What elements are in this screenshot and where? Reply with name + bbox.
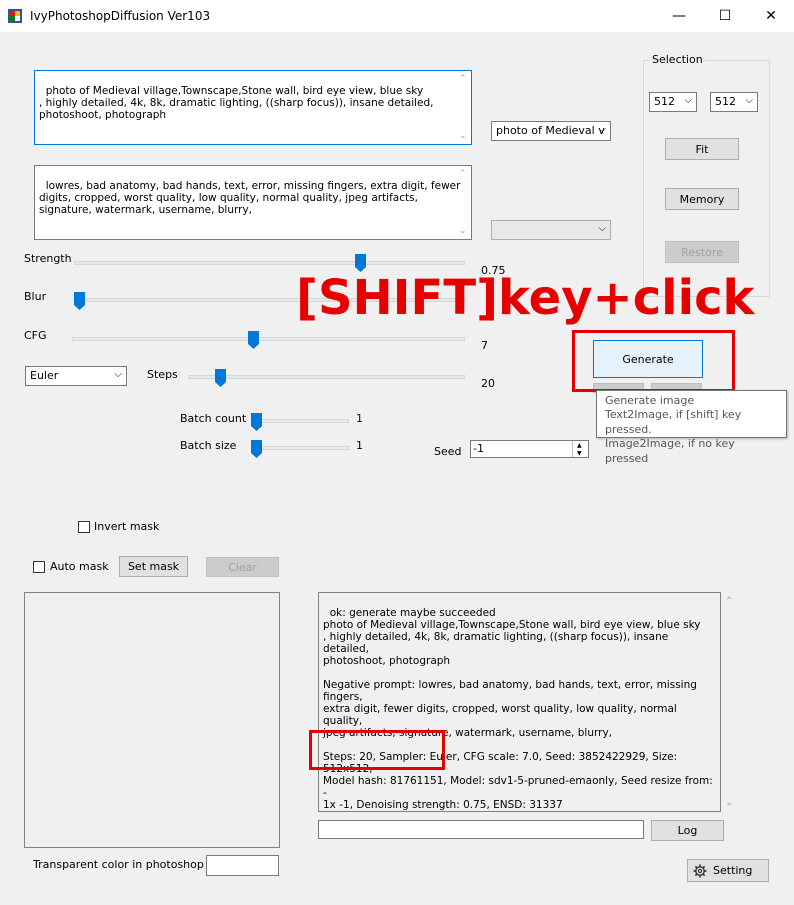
batch-count-slider-thumb[interactable] bbox=[251, 413, 262, 431]
prompt-combo-value: photo of Medieval v bbox=[496, 124, 605, 137]
batch-size-slider-thumb[interactable] bbox=[251, 440, 262, 458]
cfg-track[interactable] bbox=[72, 337, 465, 341]
auto-mask-checkbox[interactable] bbox=[33, 561, 45, 573]
negative-prompt-history-combo[interactable]: ⌵ bbox=[491, 220, 611, 240]
seed-spinner[interactable]: ▲ ▼ bbox=[572, 441, 588, 457]
app-icon bbox=[8, 9, 22, 23]
chevron-down-icon: ⌵ bbox=[745, 95, 753, 106]
selection-title: Selection bbox=[650, 53, 705, 66]
window-title: IvyPhotoshopDiffusion Ver103 bbox=[30, 9, 211, 23]
steps-label: Steps bbox=[147, 368, 178, 381]
steps-value: 20 bbox=[481, 377, 495, 390]
tooltip-line-2: Text2Image, if [shift] key pressed. bbox=[605, 408, 742, 436]
height-value: 512 bbox=[715, 95, 736, 108]
minimize-button[interactable]: — bbox=[656, 0, 702, 32]
cfg-slider-thumb[interactable] bbox=[247, 331, 259, 349]
prompt-scrollbar[interactable]: ⌃ ⌄ bbox=[455, 71, 471, 144]
blur-label: Blur bbox=[24, 290, 47, 303]
prompt-text: photo of Medieval village,Townscape,Ston… bbox=[39, 85, 434, 121]
set-mask-button[interactable]: Set mask bbox=[119, 556, 188, 577]
negative-prompt-scrollbar[interactable]: ⌃ ⌄ bbox=[455, 166, 471, 239]
width-select[interactable]: 512 ⌵ bbox=[649, 92, 697, 112]
text2image-highlight-box bbox=[309, 730, 445, 770]
negative-prompt-text: lowres, bad anatomy, bad hands, text, er… bbox=[39, 180, 461, 216]
chevron-down-icon: ⌵ bbox=[684, 95, 692, 106]
strength-track[interactable] bbox=[74, 261, 465, 265]
cfg-value: 7 bbox=[481, 339, 488, 352]
prompt-textarea[interactable]: photo of Medieval village,Townscape,Ston… bbox=[34, 70, 472, 145]
height-select[interactable]: 512 ⌵ bbox=[710, 92, 758, 112]
transparent-color-label: Transparent color in photoshop bbox=[33, 858, 204, 871]
generate-tooltip: Generate image Text2Image, if [shift] ke… bbox=[596, 390, 787, 465]
log-scroll-down-icon[interactable]: ⌄ bbox=[725, 797, 733, 808]
sampler-select[interactable]: Euler ⌵ bbox=[25, 366, 127, 386]
fit-button[interactable]: Fit bbox=[665, 138, 739, 160]
steps-track[interactable] bbox=[188, 375, 465, 379]
steps-slider-thumb[interactable] bbox=[214, 369, 226, 387]
seed-input[interactable]: -1 ▲ ▼ bbox=[470, 440, 589, 458]
invert-mask-checkbox[interactable] bbox=[78, 521, 90, 533]
setting-button[interactable]: Setting bbox=[687, 859, 769, 882]
shift-click-annotation: [SHIFT]key+click bbox=[296, 270, 755, 326]
maximize-button[interactable]: ☐ bbox=[702, 0, 748, 32]
batch-size-value: 1 bbox=[356, 439, 363, 452]
seed-label: Seed bbox=[434, 445, 462, 458]
auto-mask-label: Auto mask bbox=[50, 560, 109, 573]
restore-button[interactable]: Restore bbox=[665, 241, 739, 263]
chevron-down-icon: ⌵ bbox=[598, 124, 606, 135]
cfg-label: CFG bbox=[24, 329, 47, 342]
negative-prompt-textarea[interactable]: lowres, bad anatomy, bad hands, text, er… bbox=[34, 165, 472, 240]
batch-count-track[interactable] bbox=[251, 419, 349, 423]
prompt-history-combo[interactable]: photo of Medieval v ⌵ bbox=[491, 121, 611, 141]
tooltip-line-1: Generate image bbox=[605, 394, 695, 407]
invert-mask-label: Invert mask bbox=[94, 520, 160, 533]
batch-count-label: Batch count bbox=[180, 412, 247, 425]
sampler-value: Euler bbox=[30, 369, 59, 382]
chevron-down-icon: ⌵ bbox=[598, 223, 606, 234]
log-output[interactable]: ok: generate maybe succeeded photo of Me… bbox=[318, 592, 721, 812]
memory-button[interactable]: Memory bbox=[665, 188, 739, 210]
gear-icon bbox=[693, 864, 707, 877]
log-text: ok: generate maybe succeeded photo of Me… bbox=[323, 607, 713, 811]
transparent-color-field[interactable] bbox=[206, 855, 279, 876]
chevron-down-icon: ⌵ bbox=[114, 369, 122, 380]
mask-preview-panel[interactable] bbox=[24, 592, 280, 848]
strength-label: Strength bbox=[24, 252, 72, 265]
generate-highlight-box bbox=[572, 330, 735, 392]
batch-size-track[interactable] bbox=[251, 446, 349, 450]
tooltip-line-3: Image2Image, if no key pressed bbox=[605, 437, 735, 465]
blur-slider-thumb[interactable] bbox=[74, 292, 85, 310]
log-scroll-up-icon[interactable]: ⌃ bbox=[725, 596, 733, 607]
batch-count-value: 1 bbox=[356, 412, 363, 425]
width-value: 512 bbox=[654, 95, 675, 108]
clear-button[interactable]: Clear bbox=[206, 557, 279, 577]
close-button[interactable]: ✕ bbox=[748, 0, 794, 32]
setting-label: Setting bbox=[713, 864, 753, 877]
log-input[interactable] bbox=[318, 820, 644, 839]
log-button[interactable]: Log bbox=[651, 820, 724, 841]
batch-size-label: Batch size bbox=[180, 439, 237, 452]
seed-value: -1 bbox=[473, 442, 484, 455]
